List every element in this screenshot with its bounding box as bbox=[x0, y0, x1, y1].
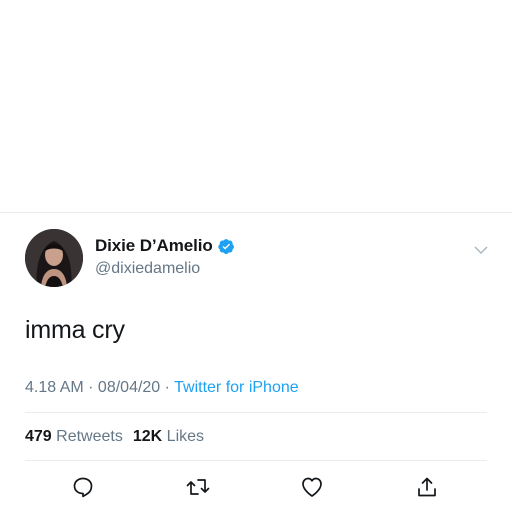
retweet-icon bbox=[186, 479, 210, 495]
name-row: Dixie D’Amelio bbox=[95, 235, 235, 257]
chevron-down-icon[interactable] bbox=[474, 243, 488, 257]
verified-badge-icon bbox=[217, 238, 235, 255]
retweet-button[interactable] bbox=[184, 473, 212, 501]
likes-stat[interactable]: 12K Likes bbox=[133, 428, 204, 445]
reply-icon bbox=[73, 477, 93, 498]
tweet-stats: 479 Retweets 12K Likes bbox=[25, 428, 204, 446]
tweet-meta: 4.18 AM · 08/04/20 · Twitter for iPhone bbox=[25, 379, 299, 397]
heart-icon bbox=[302, 477, 322, 497]
timestamp[interactable]: 4.18 AM · 08/04/20 bbox=[25, 379, 160, 396]
tweet-text: imma cry bbox=[25, 316, 125, 344]
avatar-image bbox=[25, 229, 83, 287]
avatar[interactable] bbox=[25, 229, 83, 287]
meta-separator: · bbox=[160, 379, 175, 396]
action-bar bbox=[0, 473, 512, 503]
share-icon bbox=[418, 477, 436, 497]
author-handle[interactable]: @dixiedamelio bbox=[95, 260, 235, 278]
retweets-label: Retweets bbox=[56, 428, 123, 445]
likes-count: 12K bbox=[132, 428, 163, 445]
retweets-count: 479 bbox=[25, 428, 52, 445]
divider bbox=[25, 460, 487, 461]
like-button[interactable] bbox=[298, 473, 326, 501]
page: Dixie D’Amelio @dixiedamelio imma cry 4.… bbox=[0, 0, 512, 512]
source-link[interactable]: Twitter for iPhone bbox=[174, 379, 299, 396]
tweet-card: Dixie D’Amelio @dixiedamelio imma cry 4.… bbox=[0, 213, 512, 512]
display-name[interactable]: Dixie D’Amelio bbox=[95, 236, 213, 256]
author-block: Dixie D’Amelio @dixiedamelio bbox=[95, 235, 235, 278]
retweets-stat[interactable]: 479 Retweets bbox=[25, 428, 123, 445]
divider bbox=[25, 412, 487, 413]
likes-label: Likes bbox=[166, 428, 205, 445]
share-button[interactable] bbox=[413, 473, 441, 501]
reply-button[interactable] bbox=[69, 473, 97, 501]
